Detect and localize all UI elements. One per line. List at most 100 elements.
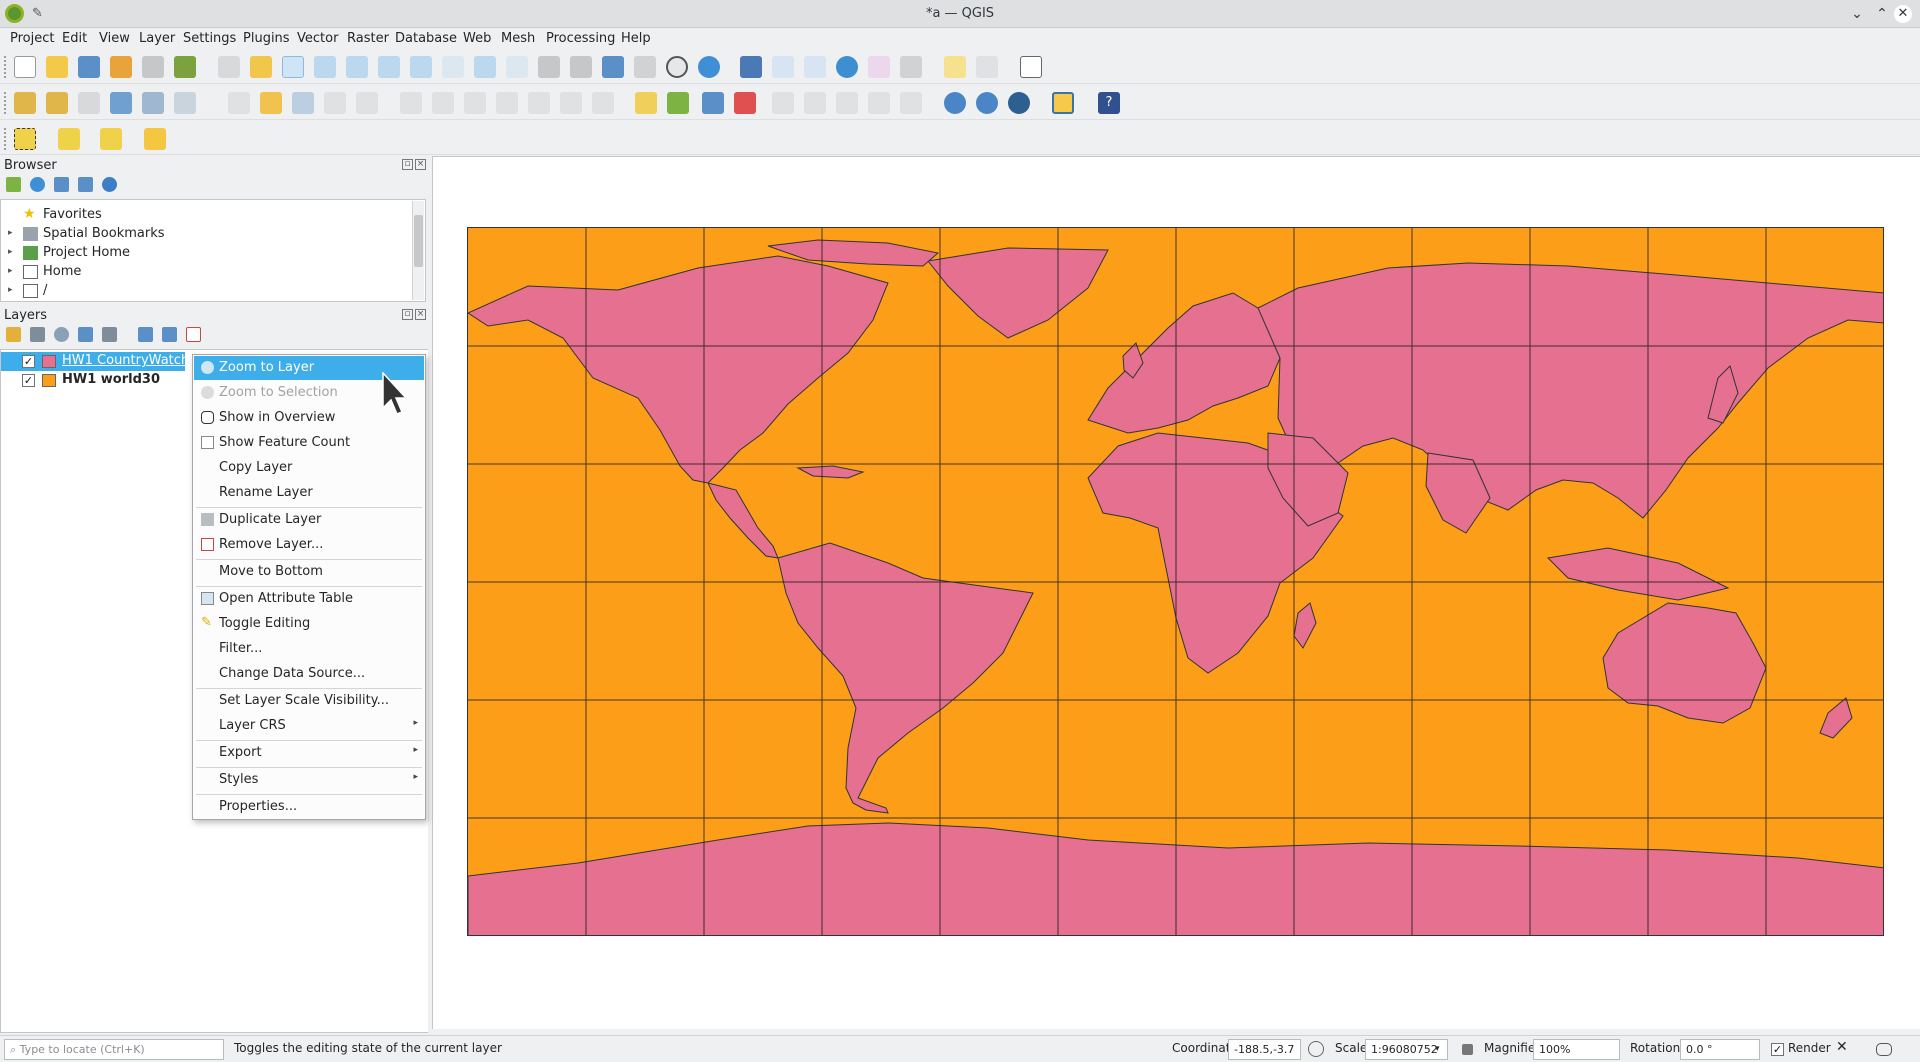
browser-item-home[interactable]: ▸ Home [1, 263, 413, 282]
style-manager-icon[interactable] [174, 56, 196, 78]
menu-plugins[interactable]: Plugins [243, 31, 290, 46]
refresh-icon[interactable] [698, 56, 720, 78]
menu-filter[interactable]: Filter... [194, 637, 424, 661]
move-label-icon[interactable] [804, 92, 826, 114]
scale-dropdown-icon[interactable]: ▾ [1435, 1044, 1440, 1054]
add-selected-layers-icon[interactable] [6, 177, 21, 192]
collapse-all-icon[interactable] [78, 177, 93, 192]
menu-web[interactable]: Web [463, 31, 491, 46]
browser-item-favorites[interactable]: ★ Favorites [1, 206, 413, 225]
toolbar-handle[interactable] [4, 56, 7, 78]
attribute-table-icon[interactable] [772, 56, 794, 78]
identify-icon[interactable] [740, 56, 762, 78]
coordinate-field[interactable]: -188.5,-3.7 [1228, 1039, 1301, 1060]
new-print-layout-icon[interactable] [110, 56, 132, 78]
expand-arrow-icon[interactable]: ▸ [8, 228, 13, 238]
zoom-out-icon[interactable] [314, 56, 336, 78]
show-bookmarks-icon[interactable] [634, 56, 656, 78]
float-panel-icon[interactable]: ▫ [402, 159, 413, 170]
menu-copy-layer[interactable]: Copy Layer [194, 456, 424, 480]
menu-settings[interactable]: Settings [183, 31, 236, 46]
expand-arrow-icon[interactable]: ▸ [8, 247, 13, 257]
close-icon[interactable]: ✕ [1894, 5, 1912, 23]
menu-remove-layer[interactable]: Remove Layer... [194, 533, 424, 557]
metasearch-icon[interactable] [944, 92, 966, 114]
select-by-rectangle-icon[interactable] [14, 128, 36, 150]
select-features-icon[interactable] [976, 56, 998, 78]
add-feature-icon[interactable] [324, 92, 346, 114]
layout-manager-icon[interactable] [142, 56, 164, 78]
filter-browser-icon[interactable] [54, 177, 69, 192]
text-annotation-icon[interactable] [1020, 56, 1042, 78]
checkbox-icon[interactable] [201, 436, 214, 449]
world-map[interactable] [467, 227, 1884, 936]
measure-icon[interactable] [900, 56, 922, 78]
python-console-icon[interactable] [1052, 92, 1074, 114]
expand-arrow-icon[interactable]: ▸ [8, 266, 13, 276]
menu-export[interactable]: Export ▸ [194, 741, 424, 765]
zoom-last-icon[interactable] [474, 56, 496, 78]
osm-icon[interactable] [1008, 92, 1030, 114]
style-layer-icon[interactable] [6, 327, 21, 342]
map-tips-icon[interactable] [944, 56, 966, 78]
layer-visibility-checkbox[interactable]: ✓ [22, 355, 35, 368]
collapse-all-layers-icon[interactable] [162, 327, 177, 342]
menu-styles[interactable]: Styles ▸ [194, 768, 424, 792]
menu-database[interactable]: Database [395, 31, 457, 46]
refresh-browser-icon[interactable] [30, 177, 45, 192]
copy-features-icon[interactable] [496, 92, 518, 114]
zoom-full-icon[interactable] [346, 56, 368, 78]
toolbar-handle[interactable] [4, 92, 7, 114]
layer-visibility-checkbox[interactable]: ✓ [22, 374, 35, 387]
new-spatialite-icon[interactable] [110, 92, 132, 114]
close-panel-icon[interactable]: × [415, 159, 426, 170]
label-tool-icon[interactable] [635, 92, 657, 114]
field-calculator-icon[interactable] [868, 56, 890, 78]
new-3d-view-icon[interactable] [570, 56, 592, 78]
scrollbar-thumb[interactable] [414, 215, 423, 267]
cut-features-icon[interactable] [464, 92, 486, 114]
close-panel-icon[interactable]: × [415, 309, 426, 320]
temporal-controller-icon[interactable] [666, 56, 688, 78]
message-log-icon[interactable] [1876, 1043, 1892, 1056]
render-checkbox[interactable]: ✓ [1771, 1043, 1784, 1056]
messages-clear-icon[interactable]: ✕ [1836, 1039, 1848, 1055]
save-edits-icon[interactable] [292, 92, 314, 114]
magnifier-field[interactable]: 100% [1533, 1039, 1620, 1060]
layer-item-world30[interactable]: ✓ HW1 world30 [1, 371, 185, 390]
change-label-icon[interactable] [868, 92, 890, 114]
pan-to-selection-icon[interactable] [250, 56, 272, 78]
zoom-next-icon[interactable] [506, 56, 528, 78]
wms-icon[interactable] [976, 92, 998, 114]
filter-expression-icon[interactable] [102, 327, 117, 342]
menu-processing[interactable]: Processing [546, 31, 615, 46]
float-panel-icon[interactable]: ▫ [402, 309, 413, 320]
properties-icon[interactable] [102, 177, 117, 192]
select-by-expression-icon[interactable] [58, 128, 80, 150]
menu-edit[interactable]: Edit [62, 31, 87, 46]
undo-icon[interactable] [560, 92, 582, 114]
pan-map-icon[interactable] [218, 56, 240, 78]
menu-project[interactable]: Project [10, 31, 54, 46]
browser-item-root[interactable]: ▸ / [1, 282, 413, 301]
expand-arrow-icon[interactable]: ▸ [8, 285, 13, 295]
lock-scale-icon[interactable] [1462, 1044, 1473, 1055]
browser-item-project-home[interactable]: ▸ Project Home [1, 244, 413, 263]
zoom-native-icon[interactable] [442, 56, 464, 78]
menu-open-attribute-table[interactable]: Open Attribute Table [194, 587, 424, 611]
new-map-view-icon[interactable] [538, 56, 560, 78]
zoom-to-selection-icon[interactable] [378, 56, 400, 78]
open-project-icon[interactable] [46, 56, 68, 78]
menu-toggle-editing[interactable]: ✎ Toggle Editing [194, 612, 424, 636]
zoom-in-icon[interactable] [282, 56, 304, 78]
filter-legend-icon[interactable] [78, 327, 93, 342]
highlight-labels-icon[interactable] [702, 92, 724, 114]
menu-properties[interactable]: Properties... [194, 795, 424, 819]
label-properties-icon[interactable] [900, 92, 922, 114]
new-geopackage-icon[interactable] [46, 92, 68, 114]
rotation-field[interactable]: 0.0 ° [1680, 1039, 1760, 1060]
menu-change-data-source[interactable]: Change Data Source... [194, 662, 424, 686]
add-group-icon[interactable] [30, 327, 45, 342]
data-source-manager-icon[interactable] [14, 92, 36, 114]
paste-features-icon[interactable] [528, 92, 550, 114]
